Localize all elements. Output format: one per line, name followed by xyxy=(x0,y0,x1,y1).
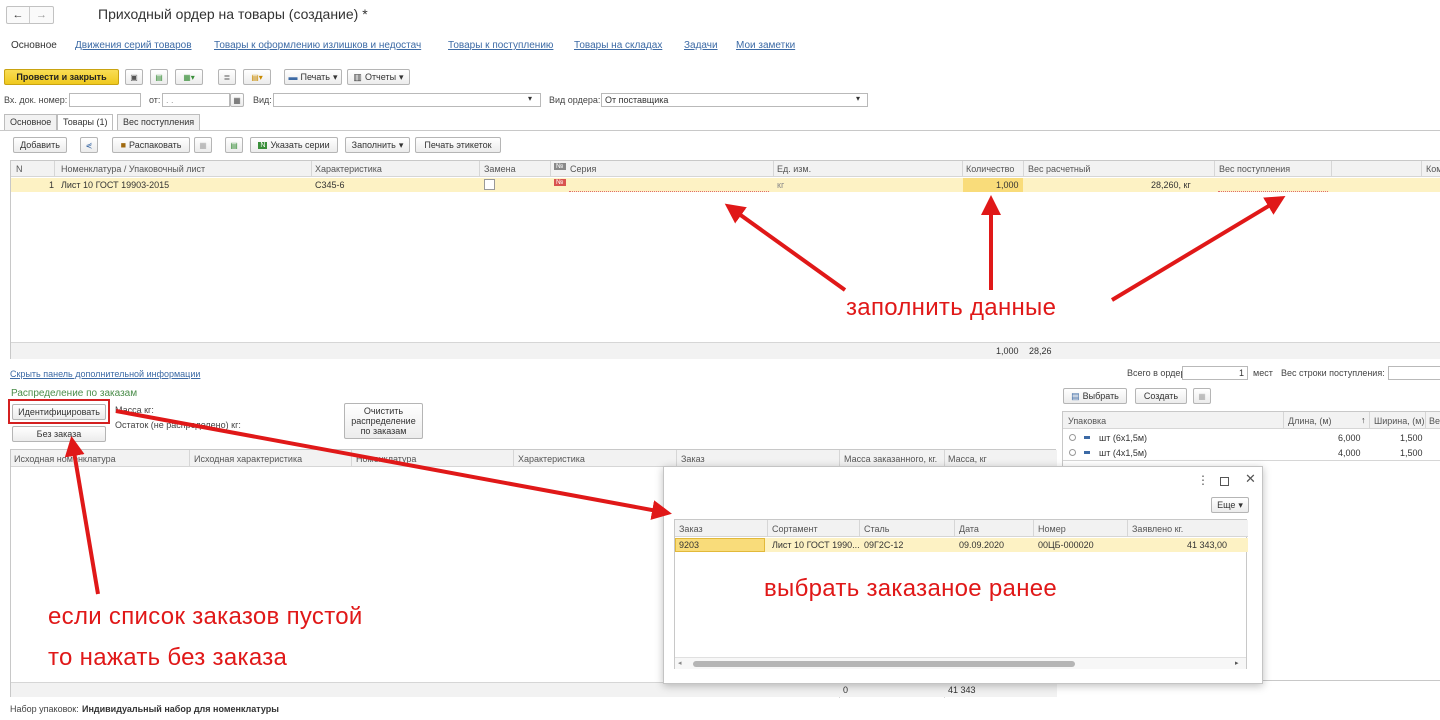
arrow-to-without-order xyxy=(64,436,100,595)
arrow-to-series xyxy=(724,203,847,292)
arrow-to-weight xyxy=(1110,195,1286,302)
annotation-empty-line1: если список заказов пустой xyxy=(48,603,363,630)
annotation-empty-line2: то нажать без заказа xyxy=(48,644,288,671)
annotation-fill-data: заполнить данные xyxy=(846,294,1057,321)
arrow-to-popup xyxy=(115,409,672,520)
annotation-choose-previous: выбрать заказаное ранее xyxy=(764,575,1058,602)
